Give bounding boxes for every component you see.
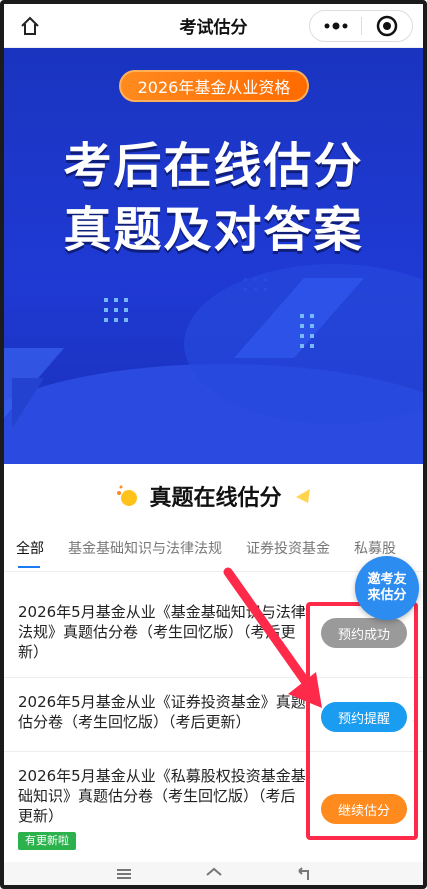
page-title: 考试估分 xyxy=(179,18,248,38)
more-dots-icon[interactable] xyxy=(310,11,361,41)
exam-name: 2026年5月基金从业《私募股权投资基金基础知识》真题估分卷（考生回忆版）（考后… xyxy=(18,767,306,825)
top-nav-bar: 考试估分 xyxy=(4,4,423,48)
tab-securities-fund[interactable]: 证券投资基金 xyxy=(234,532,342,571)
tab-all[interactable]: 全部 xyxy=(4,532,56,571)
booked-success-button[interactable]: 预约成功 xyxy=(321,618,407,648)
section-header: 真题在线估分 xyxy=(0,476,427,516)
system-nav-bar xyxy=(4,862,423,885)
menu-icon[interactable] xyxy=(114,866,134,882)
exam-name: 2026年5月基金从业《证券投资基金》真题估分卷（考生回忆版）（考后更新） xyxy=(18,693,306,731)
section-title: 真题在线估分 xyxy=(139,480,291,512)
list-item[interactable]: 2026年5月基金从业《证券投资基金》真题估分卷（考生回忆版）（考后更新） 预约… xyxy=(4,678,423,752)
invite-friends-button[interactable]: 邀考友 来估分 xyxy=(355,556,419,620)
target-close-icon[interactable] xyxy=(362,11,412,41)
menu-capsule xyxy=(309,10,413,42)
triangle-deco-icon xyxy=(295,489,310,503)
update-badge: 有更新啦 xyxy=(18,832,76,850)
promo-banner[interactable]: 2026年基金从业资格 考后在线估分 真题及对答案 xyxy=(4,48,423,464)
sun-dot-icon xyxy=(117,485,138,506)
invite-line-2: 来估分 xyxy=(367,588,407,603)
exam-name: 2026年5月基金从业《基金基础知识与法律法规》真题估分卷（考生回忆版）（考后更… xyxy=(18,603,306,661)
invite-line-1: 邀考友 xyxy=(367,572,407,587)
category-tabs: 全部 基金基础知识与法律法规 证券投资基金 私募股 xyxy=(4,532,423,572)
banner-headline-2: 真题及对答案 xyxy=(63,202,364,258)
back-nav-icon[interactable] xyxy=(294,866,314,882)
booking-reminder-button[interactable]: 预约提醒 xyxy=(321,702,407,732)
exam-year-pill: 2026年基金从业资格 xyxy=(119,70,309,102)
banner-headline-1: 考后在线估分 xyxy=(63,138,364,194)
tab-fund-basics-law[interactable]: 基金基础知识与法律法规 xyxy=(56,532,234,571)
home-nav-icon[interactable] xyxy=(204,866,224,882)
continue-estimate-button[interactable]: 继续估分 xyxy=(321,794,407,824)
home-icon[interactable] xyxy=(16,12,44,40)
